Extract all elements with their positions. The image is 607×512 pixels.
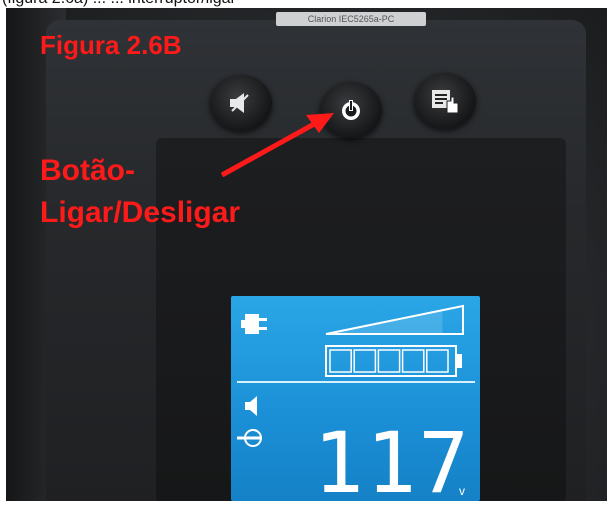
figure-title: Figura 2.6B — [40, 30, 182, 60]
speaker-mute-icon — [230, 93, 249, 113]
battery-segment — [329, 349, 352, 373]
power-icon — [342, 100, 360, 120]
lcd-display: 117 v — [231, 296, 480, 512]
callout-line-1: Botão- — [40, 154, 135, 187]
battery-segment — [353, 349, 377, 373]
battery-segment — [401, 349, 425, 373]
lcd-divider — [237, 381, 475, 383]
battery-icon — [325, 345, 462, 377]
top-caption: (figura 2.6a) ... ... interruptor/ligar — [0, 0, 607, 8]
battery-segment — [426, 349, 449, 373]
voltage-unit: v — [459, 484, 465, 498]
power-button-callout: Botão- Ligar/Desligar — [40, 150, 240, 234]
model-label: Clarion IEC5265a-PC — [276, 12, 426, 26]
speaker-icon — [245, 396, 257, 416]
voltage-reading: 117 — [313, 414, 471, 512]
plug-icon — [241, 314, 267, 334]
menu-hand-icon — [432, 90, 459, 114]
callout-line-2: Ligar/Desligar — [40, 196, 241, 229]
input-plug-icon — [237, 429, 262, 447]
power-button[interactable] — [320, 82, 382, 138]
battery-segment — [377, 349, 401, 373]
load-level-bar — [325, 304, 464, 335]
menu-button[interactable] — [414, 73, 476, 129]
mute-button[interactable] — [210, 75, 272, 131]
